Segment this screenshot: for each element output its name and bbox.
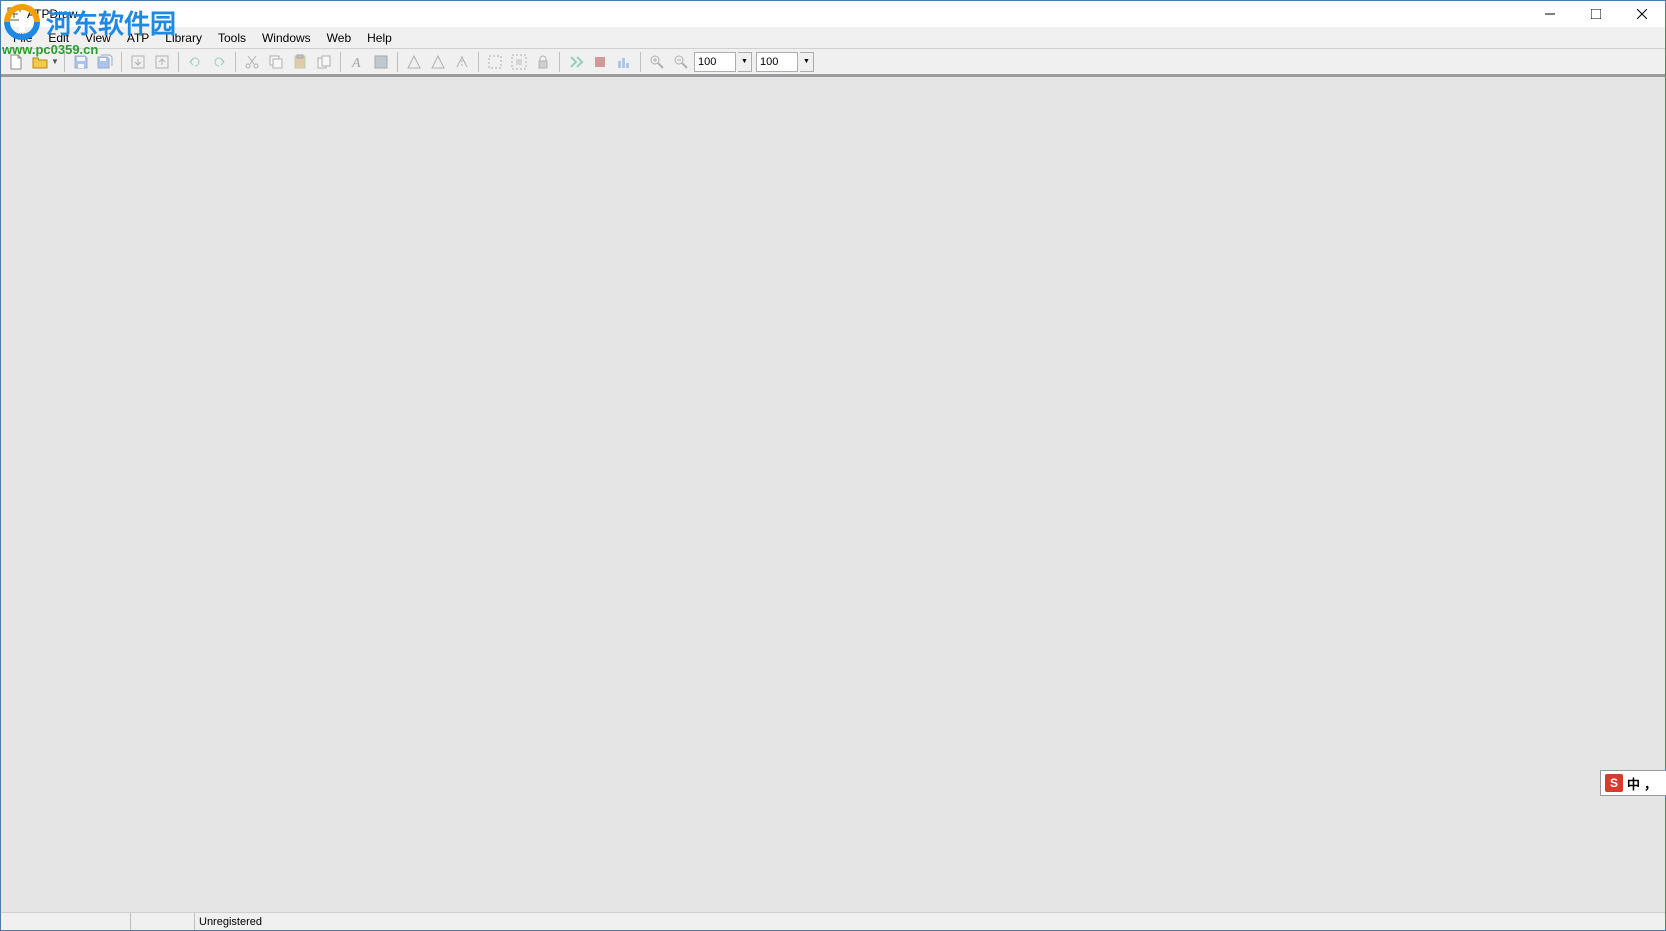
select-all-button (508, 51, 530, 73)
separator (235, 52, 236, 72)
ime-bar[interactable]: S 中 ， (1600, 770, 1666, 796)
menu-tools[interactable]: Tools (210, 28, 254, 48)
separator (178, 52, 179, 72)
run-button (565, 51, 587, 73)
zoom-y-dropdown[interactable]: ▼ (800, 52, 814, 72)
canvas[interactable] (1, 75, 1665, 912)
separator (121, 52, 122, 72)
svg-text:A: A (351, 56, 361, 70)
export-button (151, 51, 173, 73)
maximize-button[interactable] (1573, 1, 1619, 27)
menubar: File Edit View ATP Library Tools Windows… (1, 27, 1665, 49)
font-button (370, 51, 392, 73)
separator (340, 52, 341, 72)
separator (478, 52, 479, 72)
select-button (484, 51, 506, 73)
titlebar-left: ATPDraw (7, 7, 77, 21)
menu-atp[interactable]: ATP (119, 28, 157, 48)
menu-windows[interactable]: Windows (254, 28, 319, 48)
duplicate-button (313, 51, 335, 73)
app-window: ATPDraw File Edit View ATP Library Tools… (0, 0, 1666, 931)
separator (640, 52, 641, 72)
undo-button (184, 51, 206, 73)
copy-button (265, 51, 287, 73)
zoom-x-dropdown[interactable]: ▼ (738, 52, 752, 72)
zoom-x-input[interactable] (694, 52, 736, 72)
separator (64, 52, 65, 72)
paste-button (289, 51, 311, 73)
titlebar: ATPDraw (1, 1, 1665, 27)
stop-button (589, 51, 611, 73)
save-all-button (94, 51, 116, 73)
flip-button (451, 51, 473, 73)
menu-help[interactable]: Help (359, 28, 400, 48)
status-segment-2 (131, 913, 195, 930)
open-dropdown-icon[interactable]: ▼ (51, 57, 59, 66)
app-icon (7, 7, 21, 21)
minimize-button[interactable] (1527, 1, 1573, 27)
statusbar: Unregistered (1, 912, 1665, 930)
cut-button (241, 51, 263, 73)
zoom-y-input[interactable] (756, 52, 798, 72)
ime-punct[interactable]: ， (1644, 774, 1657, 793)
status-text: Unregistered (195, 916, 262, 928)
save-button (70, 51, 92, 73)
status-segment-1 (1, 913, 131, 930)
text-button: A (346, 51, 368, 73)
open-button[interactable]: ▼ (29, 51, 59, 73)
menu-view[interactable]: View (77, 28, 119, 48)
window-controls (1527, 1, 1665, 27)
ime-logo-icon[interactable]: S (1605, 774, 1623, 792)
import-button (127, 51, 149, 73)
menu-library[interactable]: Library (157, 28, 210, 48)
close-button[interactable] (1619, 1, 1665, 27)
redo-button (208, 51, 230, 73)
lock-button (532, 51, 554, 73)
menu-web[interactable]: Web (319, 28, 359, 48)
zoom-out-button (670, 51, 692, 73)
ime-lang[interactable]: 中 (1627, 774, 1640, 793)
results-button (613, 51, 635, 73)
separator (397, 52, 398, 72)
menu-file[interactable]: File (5, 28, 40, 48)
rotate-right-button (427, 51, 449, 73)
separator (559, 52, 560, 72)
zoom-in-button (646, 51, 668, 73)
menu-edit[interactable]: Edit (40, 28, 77, 48)
app-title: ATPDraw (27, 7, 77, 21)
toolbar: ▼ A ▼ ▼ (1, 49, 1665, 75)
rotate-left-button (403, 51, 425, 73)
new-button[interactable] (5, 51, 27, 73)
